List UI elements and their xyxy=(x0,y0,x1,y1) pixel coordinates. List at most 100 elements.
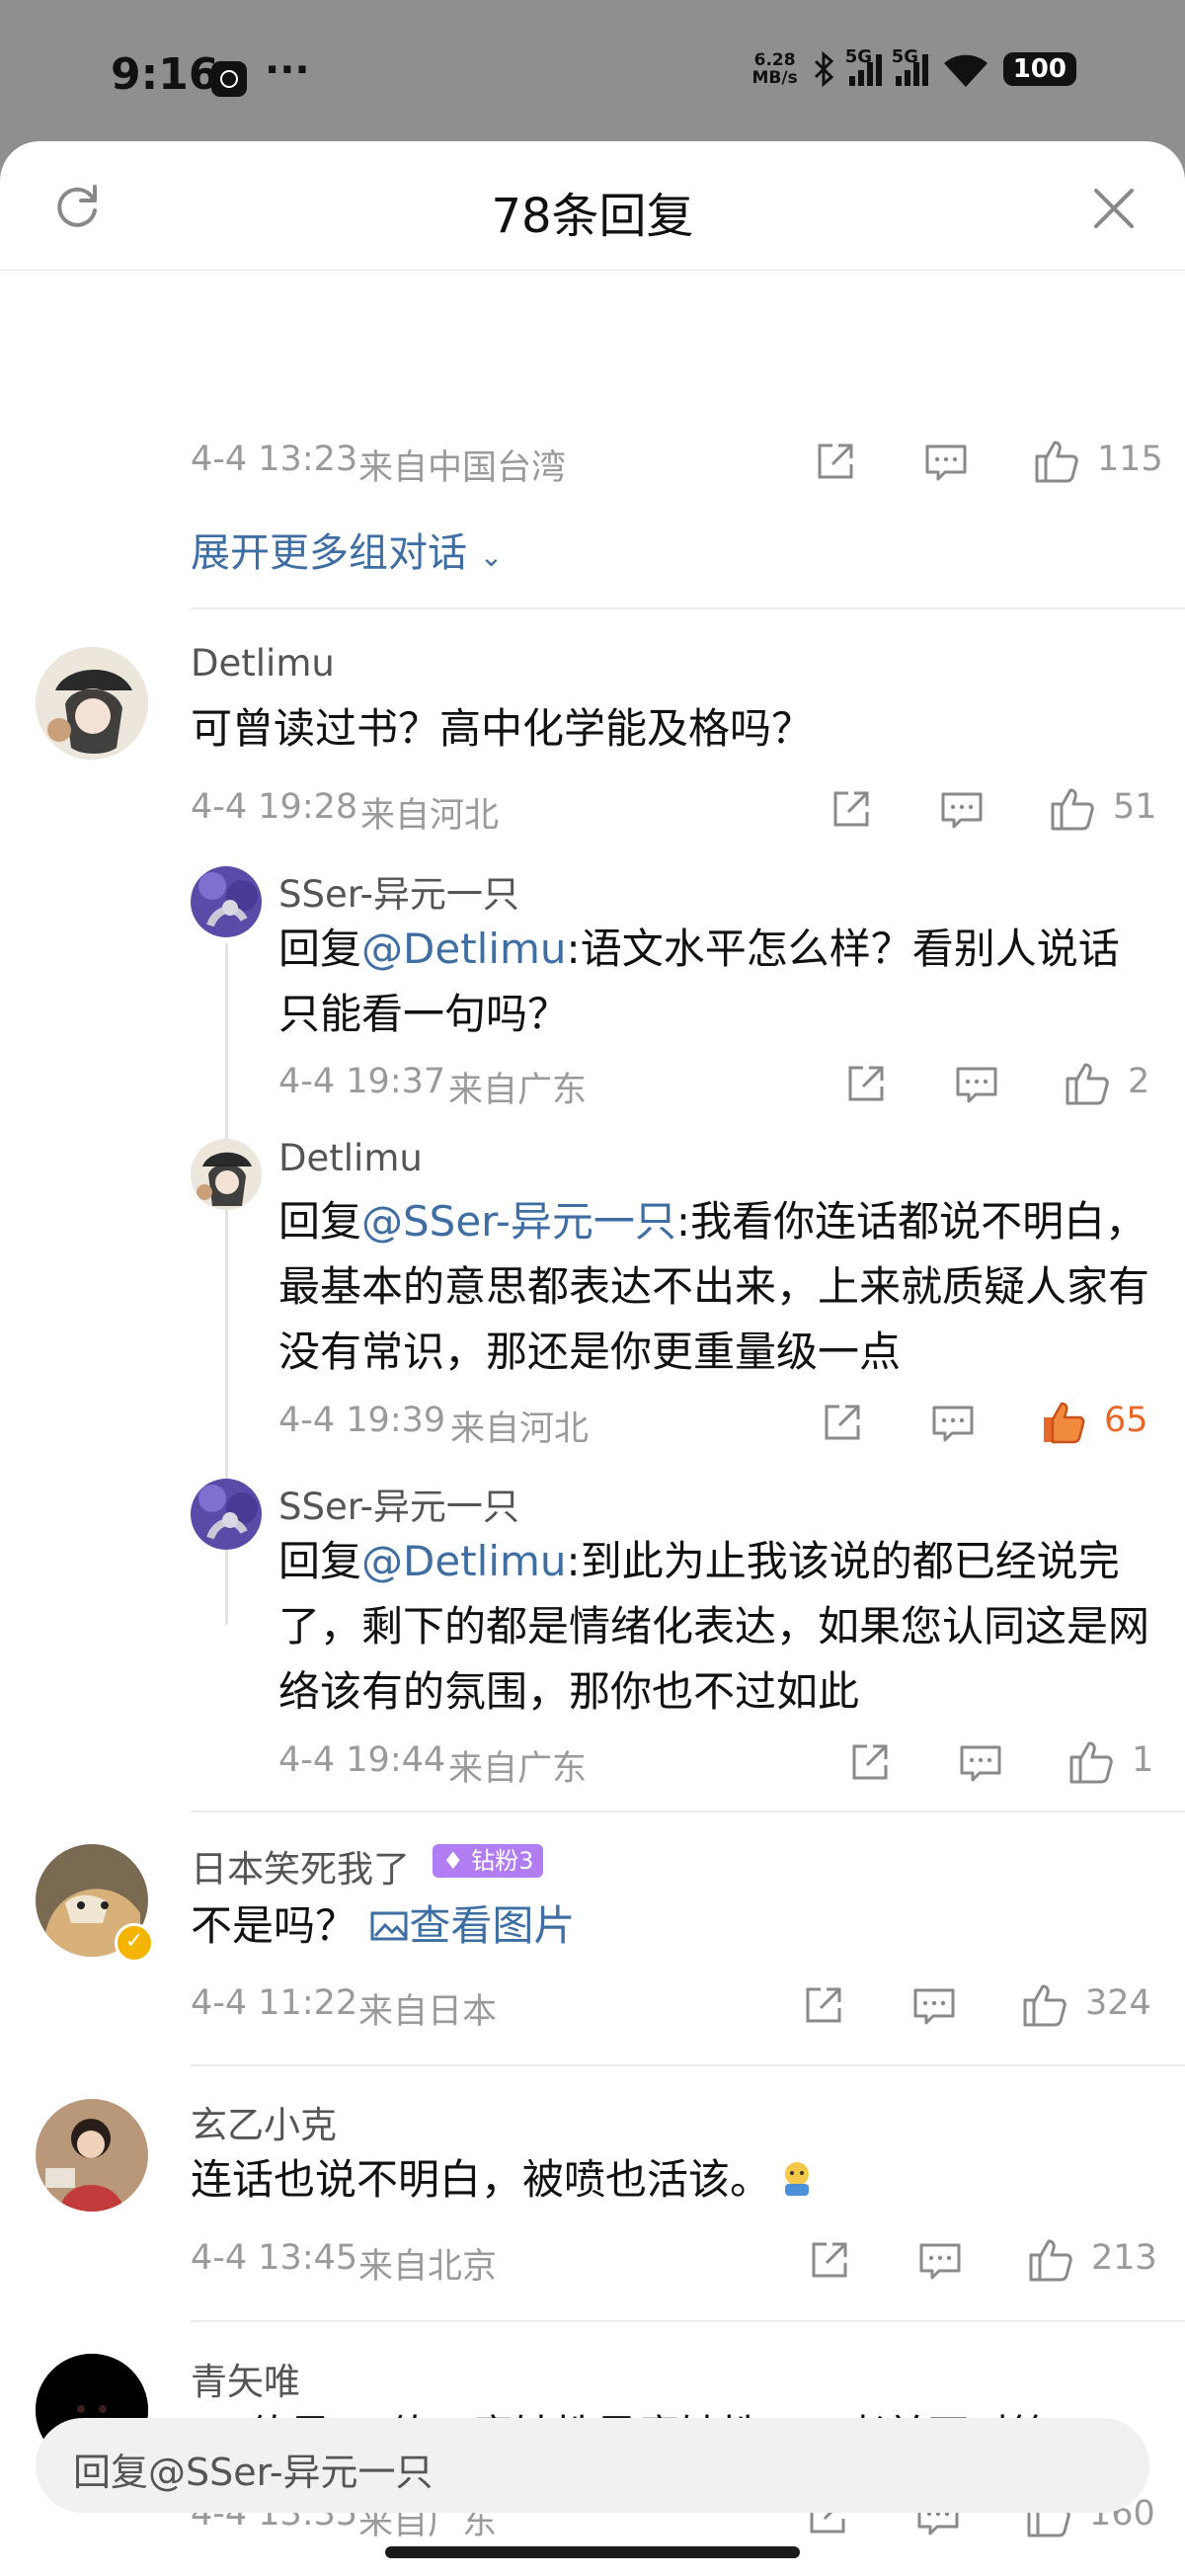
reply-time: 4-4 19:44 xyxy=(278,1740,446,1780)
sheet-header: 78条回复 xyxy=(0,141,1185,271)
like-count: 324 xyxy=(1085,1983,1151,2023)
reply-meta: 4-4 19:44 来自广东 1 xyxy=(278,1740,1185,1790)
divider xyxy=(191,1811,1185,1812)
reply-username[interactable]: Detlimu xyxy=(278,1137,423,1179)
share-icon[interactable] xyxy=(799,1980,848,2030)
image-icon xyxy=(370,1911,408,1941)
reply-input[interactable]: 回复@SSer-异元一只 xyxy=(36,2418,1149,2513)
reply-time: 4-4 19:39 xyxy=(278,1401,446,1440)
comment-icon[interactable] xyxy=(956,1737,1005,1787)
reply-username[interactable]: SSer-异元一只 xyxy=(278,864,519,918)
status-bar: 9:16 ··· 6.28 MB/s 5G 5G 100 xyxy=(0,0,1185,148)
wifi-icon xyxy=(943,54,988,87)
bluetooth-icon xyxy=(814,51,833,87)
comment-username[interactable]: 玄乙小克 xyxy=(191,2095,337,2148)
like-count: 65 xyxy=(1104,1401,1148,1440)
signal-icon-2: 5G xyxy=(892,46,928,86)
divider xyxy=(191,2064,1185,2066)
reply-text: 回复@Detlimu:到此为止我该说的都已经说完了，剩下的都是情绪化表达，如果您… xyxy=(278,1537,1150,1716)
sweat-smile-emoji-icon xyxy=(785,2162,810,2196)
share-icon[interactable] xyxy=(845,1737,895,1787)
reply-input-placeholder: 回复@SSer-异元一只 xyxy=(73,2451,434,2494)
like-icon-active[interactable] xyxy=(1039,1398,1088,1447)
page-title: 78条回复 xyxy=(491,189,694,244)
verified-badge-icon: ✓ xyxy=(115,1923,154,1963)
comment-location: 来自河北 xyxy=(360,796,500,836)
comment-time: 4-4 13:45 xyxy=(191,2238,358,2278)
comment-username[interactable]: 日本笑死我了 xyxy=(191,1839,410,1892)
mention-link[interactable]: @Detlimu xyxy=(361,925,567,973)
comment-icon[interactable] xyxy=(921,437,971,486)
comment-username[interactable]: Detlimu xyxy=(191,642,335,684)
comment-time: 4-4 13:23 xyxy=(191,440,358,479)
comment-text: 不是吗？ 查看图片 xyxy=(191,1901,576,1950)
share-icon[interactable] xyxy=(811,437,860,486)
reply-location: 来自广东 xyxy=(448,1749,588,1789)
comment-text: 连话也说不明白，被喷也活该。 xyxy=(191,2147,1139,2213)
comment-meta: 4-4 19:28 来自河北 51 xyxy=(191,787,1185,837)
share-icon[interactable] xyxy=(805,2235,854,2285)
comment-meta: 4-4 13:45 来自北京 213 xyxy=(191,2238,1185,2288)
reply-username[interactable]: SSer-异元一只 xyxy=(278,1477,519,1530)
diamond-icon: ♦ xyxy=(442,1847,464,1875)
like-icon[interactable] xyxy=(1020,1980,1069,2030)
reply-avatar[interactable] xyxy=(191,1479,262,1550)
like-icon[interactable] xyxy=(1066,1737,1116,1787)
like-count: 213 xyxy=(1091,2238,1157,2278)
comment-time: 4-4 19:28 xyxy=(191,787,358,827)
comment-location: 来自北京 xyxy=(358,2247,498,2287)
signal-icon-1: 5G xyxy=(845,46,882,86)
like-count: 51 xyxy=(1113,787,1157,827)
reply-text: 回复@SSer-异元一只:我看你连话都说不明白，最基本的意思都表达不出来，上来就… xyxy=(278,1197,1150,1376)
like-count: 1 xyxy=(1132,1740,1154,1780)
like-icon[interactable] xyxy=(1026,2235,1075,2285)
close-icon[interactable] xyxy=(1086,181,1142,236)
like-count: 115 xyxy=(1097,440,1163,479)
comment-icon[interactable] xyxy=(915,2235,965,2285)
comment-icon[interactable] xyxy=(937,784,987,834)
network-speed: 6.28 MB/s xyxy=(751,50,798,88)
reply-text: 回复@Detlimu:语文水平怎么样？看别人说话只能看一句吗？ xyxy=(278,925,1120,1038)
reply-location: 来自河北 xyxy=(450,1409,590,1449)
expand-more-link[interactable]: 展开更多组对话 ⌄ xyxy=(191,521,503,578)
replies-sheet: 78条回复 4-4 13:23 来自中国台湾 115 展开更多组对话 ⌄ Det… xyxy=(0,141,1185,2576)
comment-username[interactable]: 青矢唯 xyxy=(191,2352,300,2405)
comment-icon[interactable] xyxy=(909,1980,959,2030)
app-notification-icon xyxy=(211,61,247,97)
avatar[interactable] xyxy=(36,647,148,760)
mention-link[interactable]: @Detlimu xyxy=(361,1537,567,1585)
like-icon[interactable] xyxy=(1048,784,1097,834)
like-icon[interactable] xyxy=(1032,437,1081,486)
reply-location: 来自广东 xyxy=(448,1071,588,1110)
more-notifications-icon: ··· xyxy=(265,47,310,93)
comment-location: 来自日本 xyxy=(358,1992,498,2032)
comment-icon[interactable] xyxy=(952,1059,1001,1108)
reply-time: 4-4 19:37 xyxy=(278,1062,446,1101)
battery-icon: 100 xyxy=(1002,52,1076,86)
share-icon[interactable] xyxy=(841,1059,891,1108)
home-indicator[interactable] xyxy=(385,2546,800,2558)
avatar[interactable]: ✓ xyxy=(36,1844,154,1963)
chevron-down-icon: ⌄ xyxy=(479,540,504,573)
avatar[interactable] xyxy=(36,2099,148,2212)
comment-text: 可曾读过书？高中化学能及格吗？ xyxy=(191,704,814,753)
reply-meta: 4-4 19:37 来自广东 2 xyxy=(278,1062,1185,1111)
reply-meta: 4-4 19:39 来自河北 65 xyxy=(278,1401,1185,1450)
reply-avatar[interactable] xyxy=(191,1139,262,1210)
comment-meta: 4-4 11:22 来自日本 324 xyxy=(191,1983,1185,2033)
divider xyxy=(191,607,1185,609)
divider xyxy=(191,2320,1185,2322)
like-icon[interactable] xyxy=(1063,1059,1112,1108)
view-image-link[interactable]: 查看图片 xyxy=(369,1901,575,1950)
like-count: 2 xyxy=(1128,1062,1150,1101)
reply-avatar[interactable] xyxy=(191,866,262,937)
comment-meta: 4-4 13:23 来自中国台湾 115 xyxy=(191,440,1185,489)
share-icon[interactable] xyxy=(818,1398,867,1447)
comment-icon[interactable] xyxy=(928,1398,978,1447)
status-time: 9:16 xyxy=(111,49,219,100)
comment-location: 来自中国台湾 xyxy=(358,448,567,488)
share-icon[interactable] xyxy=(827,784,876,834)
status-icons: 6.28 MB/s 5G 5G 100 xyxy=(751,46,1076,88)
mention-link[interactable]: @SSer-异元一只 xyxy=(361,1197,676,1246)
comment-time: 4-4 11:22 xyxy=(191,1983,358,2023)
